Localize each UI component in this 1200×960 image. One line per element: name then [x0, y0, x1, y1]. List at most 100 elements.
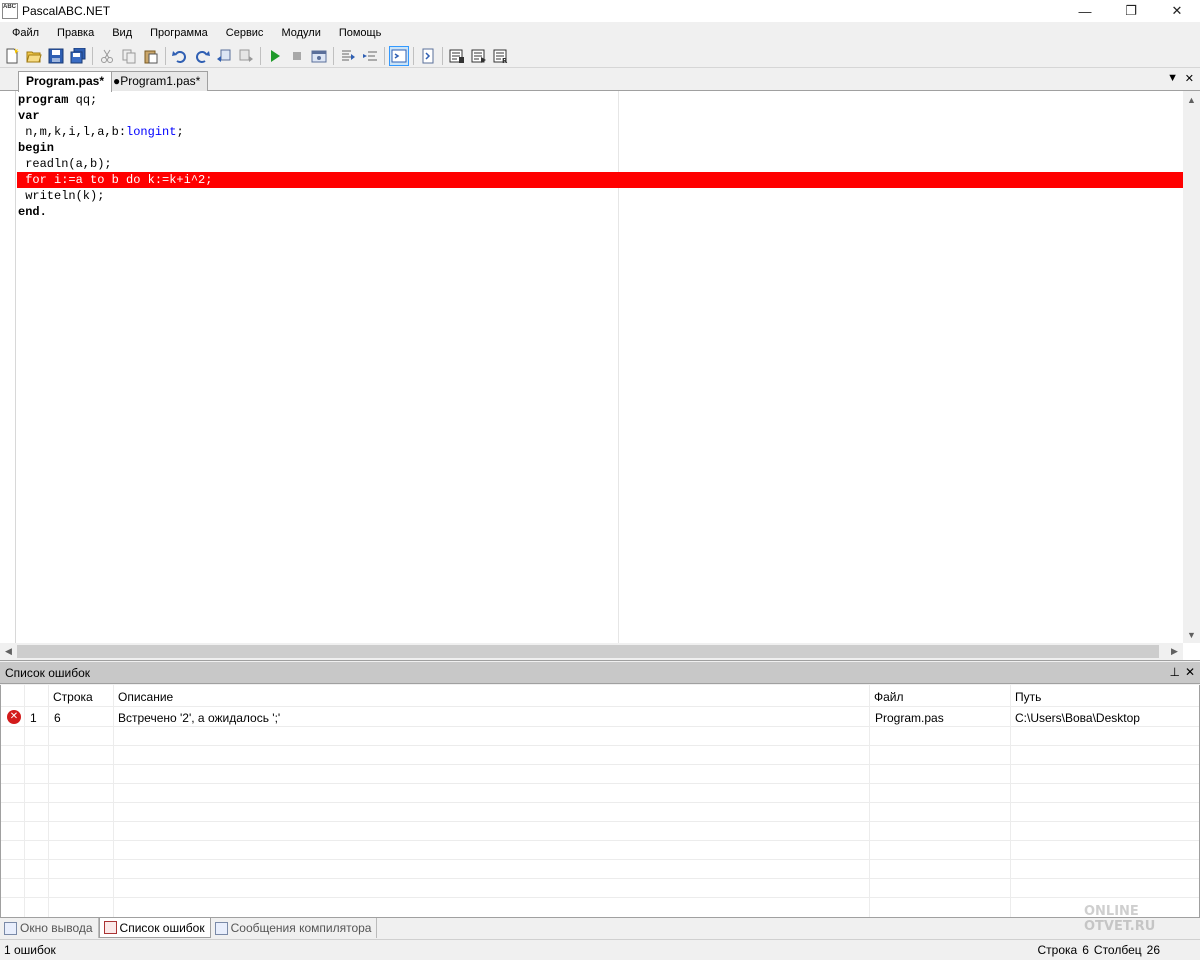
navigate-forward-icon: [239, 49, 253, 62]
code-line[interactable]: program qq;: [17, 92, 1183, 108]
navigate-back-icon: [217, 49, 231, 62]
horizontal-scroll-thumb[interactable]: [17, 645, 1159, 658]
undo-button[interactable]: [170, 46, 190, 66]
menu-file[interactable]: Файл: [3, 22, 48, 44]
intellisense-button[interactable]: [418, 46, 438, 66]
copy-button[interactable]: [119, 46, 139, 66]
rebuild-button[interactable]: R: [491, 46, 511, 66]
column-header-description[interactable]: Описание: [118, 690, 173, 704]
pin-icon[interactable]: ⊥: [1170, 665, 1180, 679]
paste-button[interactable]: [141, 46, 161, 66]
step-over-button[interactable]: [360, 46, 380, 66]
cut-button[interactable]: [97, 46, 117, 66]
tab-output-window[interactable]: Окно вывода: [0, 918, 99, 938]
column-divider: [48, 685, 49, 917]
app-logo-icon: ABC: [2, 3, 18, 19]
tab-program1-pas[interactable]: ●Program1.pas*: [105, 71, 209, 91]
status-error-count: 1 ошибок: [4, 943, 56, 957]
code-line[interactable]: begin: [17, 140, 1183, 156]
new-file-button[interactable]: [2, 46, 22, 66]
toolbar-separator: [442, 46, 443, 65]
scroll-left-icon[interactable]: ◀: [0, 643, 17, 660]
run-button[interactable]: [265, 46, 285, 66]
output-window-button[interactable]: [389, 45, 409, 66]
close-panel-icon[interactable]: ✕: [1185, 665, 1195, 679]
compile-button[interactable]: [469, 46, 489, 66]
format-button[interactable]: [447, 46, 467, 66]
save-icon: [48, 48, 64, 63]
minimize-button[interactable]: —: [1062, 0, 1108, 22]
menu-edit[interactable]: Правка: [48, 22, 103, 44]
tab-program-pas[interactable]: Program.pas*: [18, 71, 113, 92]
code-line[interactable]: readln(a,b);: [17, 156, 1183, 172]
horizontal-scrollbar[interactable]: ◀ ▶: [0, 643, 1183, 660]
code-line[interactable]: var: [17, 108, 1183, 124]
row-divider: [1, 764, 1199, 765]
error-panel-header: Список ошибок ⊥ ✕: [0, 662, 1200, 684]
code-line[interactable]: writeln(k);: [17, 188, 1183, 204]
error-row-line[interactable]: 6: [54, 711, 61, 725]
code-text-area[interactable]: program qq; var n,m,k,i,l,a,b:longint; beg…: [17, 92, 1183, 642]
error-row-file[interactable]: Program.pas: [875, 711, 944, 725]
code-token: begin: [18, 141, 55, 155]
compile-icon: [471, 49, 486, 63]
save-all-button[interactable]: [68, 46, 88, 66]
format-icon: [449, 49, 464, 63]
tab-compiler-messages[interactable]: Сообщения компилятора: [211, 918, 378, 938]
menu-modules[interactable]: Модули: [272, 22, 329, 44]
debug-window-icon: [311, 50, 327, 62]
stop-button[interactable]: [287, 46, 307, 66]
step-over-icon: [363, 51, 377, 60]
tab-error-list[interactable]: Список ошибок: [98, 918, 211, 938]
output-window-icon: [391, 49, 407, 62]
error-row-path[interactable]: C:\Users\Вова\Desktop: [1015, 711, 1140, 725]
toolbar-separator: [92, 46, 93, 65]
column-divider: [869, 685, 870, 917]
menu-help[interactable]: Помощь: [330, 22, 391, 44]
error-row-description[interactable]: Встречено '2', а ожидалось ';': [118, 711, 280, 725]
column-divider: [24, 685, 25, 917]
scroll-down-icon[interactable]: ▼: [1183, 626, 1200, 643]
restore-button[interactable]: ❐: [1108, 0, 1154, 22]
scroll-right-icon[interactable]: ▶: [1166, 643, 1183, 660]
navigate-forward-button[interactable]: [236, 46, 256, 66]
code-line[interactable]: n,m,k,i,l,a,b:longint;: [17, 124, 1183, 140]
new-file-icon: [6, 47, 19, 63]
column-header-line[interactable]: Строка: [53, 690, 93, 704]
column-header-file[interactable]: Файл: [874, 690, 904, 704]
toolbar-separator: [384, 46, 385, 65]
code-token: qq;: [68, 93, 98, 107]
column-divider: [113, 685, 114, 917]
error-row-number[interactable]: 1: [30, 711, 37, 725]
save-all-icon: [70, 47, 86, 63]
step-into-button[interactable]: [338, 46, 358, 66]
navigate-back-button[interactable]: [214, 46, 234, 66]
code-token: n,m,k,i,l,a,b:: [18, 125, 127, 139]
save-button[interactable]: [46, 46, 66, 66]
code-line-error[interactable]: for i:=a to b do k:=k+i^2;: [17, 172, 1183, 188]
output-window-icon: [4, 921, 17, 935]
debug-window-button[interactable]: [309, 46, 329, 66]
status-bar: 1 ошибок Строка 6 Столбец 26: [0, 939, 1200, 960]
code-line[interactable]: end.: [17, 204, 1183, 220]
close-tab-icon[interactable]: ✕: [1185, 72, 1194, 85]
menu-service[interactable]: Сервис: [217, 22, 273, 44]
code-token: end.: [18, 205, 47, 219]
error-panel-title: Список ошибок: [5, 665, 91, 680]
code-editor[interactable]: program qq; var n,m,k,i,l,a,b:longint; beg…: [0, 91, 1200, 661]
menu-program[interactable]: Программа: [141, 22, 217, 44]
close-window-button[interactable]: ✕: [1154, 0, 1200, 22]
scroll-up-icon[interactable]: ▲: [1183, 91, 1200, 108]
compiler-messages-icon: [214, 921, 228, 935]
column-header-path[interactable]: Путь: [1015, 690, 1041, 704]
row-divider: [1, 706, 1199, 707]
watermark-logo: ONLINE OTVET.RU: [1084, 904, 1156, 934]
redo-button[interactable]: [192, 46, 212, 66]
error-icon: ✕: [7, 710, 21, 724]
open-button[interactable]: [24, 46, 44, 66]
tab-list-dropdown-icon[interactable]: ▼: [1167, 72, 1178, 84]
menu-view[interactable]: Вид: [103, 22, 141, 44]
vertical-scroll-track[interactable]: [1184, 108, 1199, 626]
column-divider: [1010, 685, 1011, 917]
vertical-scrollbar[interactable]: ▲ ▼: [1183, 91, 1200, 643]
